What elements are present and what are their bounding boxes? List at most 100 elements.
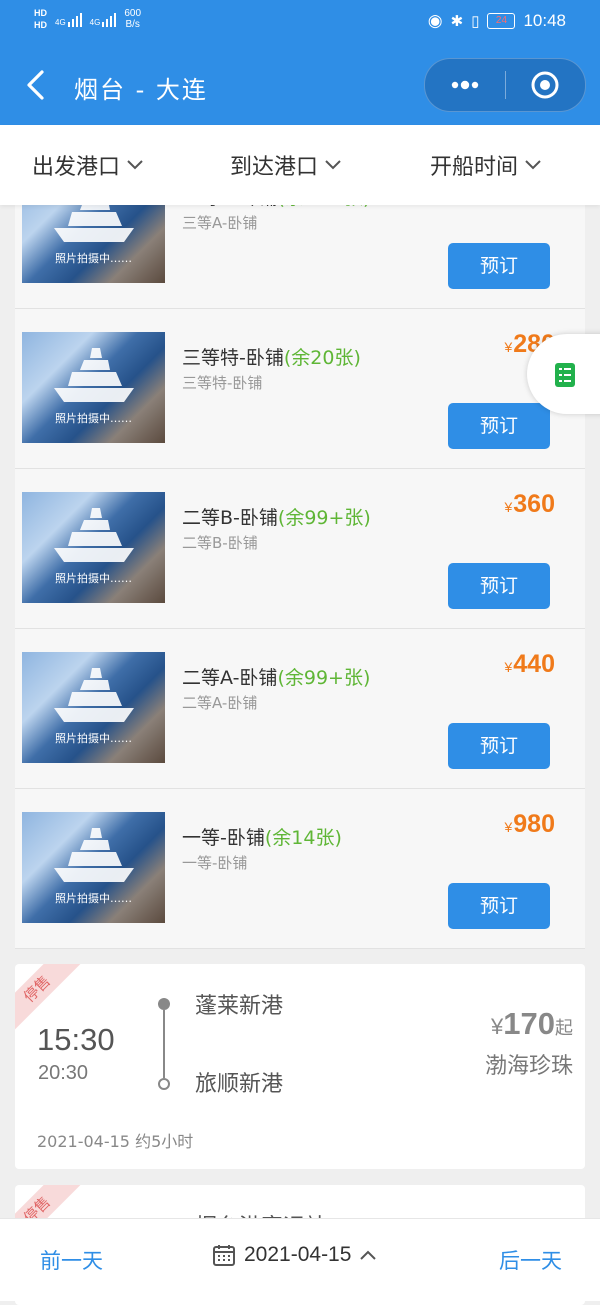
cabin-subtitle: 一等-卧铺 [182,854,248,872]
eye-icon: ◉ [427,11,443,30]
cabin-row: 照片拍摄中…… 一等-卧铺(余14张) 一等-卧铺 ¥980 预订 [15,788,585,949]
cabin-name: 一等-卧铺(余14张) [182,823,342,850]
price-value: 980 [513,810,555,838]
cabin-row: 照片拍摄中…… 三等特-卧铺(余20张) 三等特-卧铺 ¥280 预订 [15,308,585,469]
price-value: 170 [503,1006,555,1041]
currency-symbol: ¥ [504,499,513,515]
nav-bar: 烟台 - 大连 [0,46,600,125]
document-icon [555,363,575,387]
photo-caption: 照片拍摄中…… [55,252,132,265]
remaining-tickets: (余99+张) [277,667,371,689]
filter-bar: 出发港口 到达港口 开船时间 [0,125,600,205]
cabin-name-text: 一等-卧铺 [182,827,265,849]
filter-departure-time[interactable]: 开船时间 [430,149,542,181]
cabin-subtitle: 三等A-卧铺 [182,214,258,232]
price-suffix: 起 [555,1018,573,1038]
arrival-port: 旅顺新港 [195,1072,284,1097]
hd-indicators: HD HD [34,7,47,31]
arrive-time: 20:30 [38,1062,89,1084]
date-picker[interactable]: 2021-04-15 [212,1243,377,1267]
calendar-icon [213,1245,235,1266]
ship-name: 渤海珍珠 [484,1054,573,1079]
status-left: HD HD 4G 4G 600 B/s [34,7,141,31]
book-button[interactable]: 预订 [448,723,550,769]
cabin-name-text: 二等B-卧铺 [182,507,278,529]
photo-caption: 照片拍摄中…… [55,732,132,745]
remaining-tickets: (余99+张) [277,507,371,529]
cabin-price: ¥980 [504,810,555,839]
signal-bars-icon [67,11,82,27]
depart-time: 15:30 [37,1022,115,1057]
signal-1: 4G [55,11,82,27]
ship-icon [54,348,134,402]
more-dots-icon[interactable] [447,71,483,99]
chevron-down-icon [525,160,541,170]
cabin-photo: 照片拍摄中…… [22,492,165,603]
voyage-price: ¥170起 [491,1006,573,1042]
book-button[interactable]: 预订 [448,563,550,609]
battery-icon: 24 [487,13,516,29]
book-button[interactable]: 预订 [448,243,550,289]
remaining-tickets: (余20张) [283,347,361,369]
cabin-price: ¥440 [504,650,555,679]
chevron-up-icon [360,1250,377,1260]
cabin-name-text: 二等A-卧铺 [182,667,278,689]
cabin-photo: 照片拍摄中…… [22,332,165,443]
cabin-name: 二等B-卧铺(余99+张) [182,503,371,530]
date-duration: 2021-04-15 约5小时 [37,1132,194,1151]
price-value: 440 [513,650,555,678]
prev-day-button[interactable]: 前一天 [40,1245,103,1275]
net-speed-value: 600 [124,8,142,19]
miniprogram-capsule [424,58,586,112]
capsule-divider [505,71,506,99]
currency-symbol: ¥ [491,1014,504,1039]
filter-departure-port[interactable]: 出发港口 [32,149,144,181]
filter-arrival-port[interactable]: 到达港口 [230,149,342,181]
departure-port: 蓬莱新港 [195,994,284,1019]
cabin-photo: 照片拍摄中…… [22,652,165,763]
filter-label: 到达港口 [230,155,319,180]
signal-2: 4G [90,11,117,27]
cabin-price: ¥360 [504,490,555,519]
voyage-card[interactable]: 停售 15:30 20:30 蓬莱新港 旅顺新港 ¥170起 渤海珍珠 2021… [15,964,585,1169]
cabin-subtitle: 二等A-卧铺 [182,694,258,712]
cabin-row: 照片拍摄中…… 二等B-卧铺(余99+张) 二等B-卧铺 ¥360 预订 [15,468,585,629]
net-speed-unit: B/s [125,19,140,30]
selected-date: 2021-04-15 [244,1243,352,1266]
net-speed: 600 B/s [124,8,141,30]
currency-symbol: ¥ [504,659,513,675]
chevron-down-icon [127,160,143,170]
page-title: 烟台 - 大连 [74,76,208,104]
book-button[interactable]: 预订 [448,883,550,929]
back-icon[interactable] [24,68,46,102]
cabin-name: 三等特-卧铺(余20张) [182,343,361,370]
ship-icon [54,508,134,562]
hd-label-2: HD [34,20,47,30]
route-line-icon [158,998,170,1090]
ship-icon [54,668,134,722]
clock: 10:48 [523,11,566,30]
bluetooth-icon: ✱ [450,13,464,30]
filter-label: 开船时间 [430,155,519,180]
battery-level: 24 [495,15,508,26]
floating-side-tab[interactable] [527,334,600,414]
status-bar: HD HD 4G 4G 600 B/s ◉ ✱ ▯ 24 10:48 [0,0,600,46]
cabin-photo: 照片拍摄中…… [22,812,165,923]
chevron-down-icon [325,160,341,170]
network-label-1: 4G [55,18,66,27]
network-label-2: 4G [89,18,101,27]
hd-label-1: HD [34,8,47,18]
price-value: 360 [513,490,555,518]
next-day-button[interactable]: 后一天 [499,1245,562,1275]
currency-symbol: ¥ [504,339,513,355]
currency-symbol: ¥ [504,819,513,835]
vibrate-icon: ▯ [471,13,480,30]
close-target-icon[interactable] [529,69,561,101]
remaining-tickets: (余14张) [264,827,342,849]
status-right: ◉ ✱ ▯ 24 10:48 [428,11,566,31]
bottom-date-bar: 前一天 2021-04-15 后一天 [0,1218,600,1301]
book-button[interactable]: 预订 [448,403,550,449]
cabin-name-text: 三等特-卧铺 [182,347,284,369]
cabin-name: 二等A-卧铺(余99+张) [182,663,370,690]
filter-label: 出发港口 [32,155,121,180]
